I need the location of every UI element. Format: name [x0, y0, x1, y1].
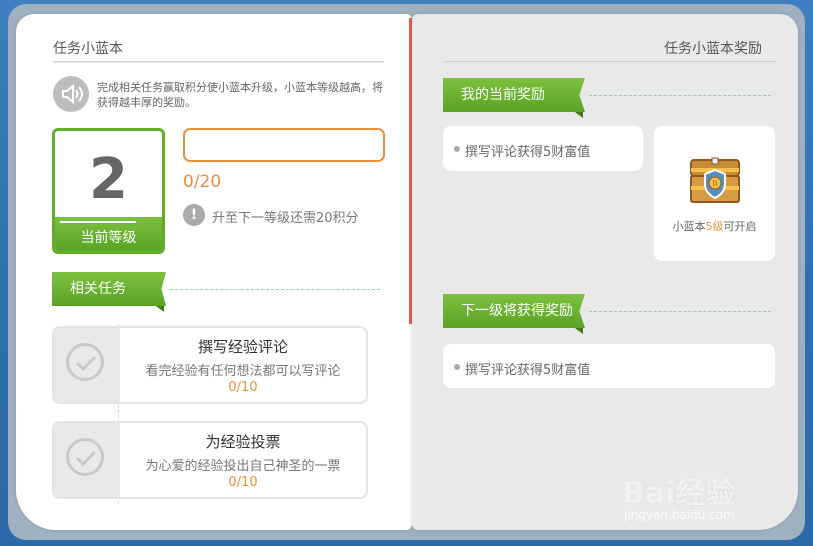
progress-count: 0/20 — [183, 172, 222, 192]
ribbon-label: 下一级将获得奖励 — [443, 294, 585, 328]
level-bar-line — [60, 221, 136, 223]
task-title: 撰写经验评论 — [197, 338, 288, 356]
task-description: 看完经验有任何想法都可以写评论 — [145, 364, 341, 379]
related-tasks-ribbon: 相关任务 — [52, 272, 382, 312]
task-card[interactable]: 撰写经验评论 看完经验有任何想法都可以写评论 0/10 — [52, 326, 368, 404]
current-reward-card: 撰写评论获得5财富值 — [443, 126, 643, 171]
task-card[interactable]: 为经验投票 为心爱的经验投出自己神圣的一票 0/10 — [52, 421, 368, 499]
ribbon-dash — [170, 289, 380, 290]
task-side — [54, 423, 120, 497]
check-circle-icon — [66, 343, 104, 381]
bullet-icon — [454, 364, 460, 370]
right-page-title: 任务小蓝本奖励 — [664, 41, 762, 57]
ribbon-label: 相关任务 — [52, 272, 166, 306]
speaker-icon — [53, 76, 89, 112]
task-progress: 0/10 — [228, 380, 258, 395]
baidu-watermark-url: jingyan.baidu.com — [624, 508, 735, 522]
level-number: 2 — [89, 147, 128, 212]
chest-label-level: 5级 — [705, 220, 724, 233]
ribbon-dash — [589, 311, 771, 312]
intro-text: 完成相关任务赢取积分使小蓝本升级，小蓝本等级越高，将获得越丰厚的奖励。 — [97, 81, 383, 109]
baidu-watermark-logo: Bai经验 — [622, 476, 736, 511]
ribbon-fold — [575, 328, 583, 334]
chest-label-prefix: 小蓝本 — [672, 220, 706, 233]
current-reward-ribbon: 我的当前奖励 — [443, 78, 773, 118]
task-progress: 0/10 — [228, 475, 258, 490]
next-reward-text: 撰写评论获得5财富值 — [465, 363, 591, 378]
treasure-chest-card[interactable]: II 小蓝本5级可开启 — [654, 126, 775, 261]
ribbon-fold — [575, 112, 583, 118]
next-reward-ribbon: 下一级将获得奖励 — [443, 294, 773, 334]
next-level-hint: 升至下一等级还需20积分 — [212, 211, 359, 226]
current-reward-text: 撰写评论获得5财富值 — [465, 145, 591, 160]
ribbon-fold — [156, 306, 164, 312]
chest-label-suffix: 可开启 — [723, 220, 757, 233]
level-label: 当前等级 — [80, 230, 137, 246]
points-progress-bar — [183, 128, 385, 162]
left-page-title: 任务小蓝本 — [53, 41, 123, 57]
task-description: 为心爱的经验投出自己神圣的一票 — [145, 459, 341, 474]
level-bar: 当前等级 — [55, 217, 162, 251]
left-title-rule — [53, 61, 384, 63]
ribbon-dash — [589, 95, 771, 96]
svg-text:II: II — [713, 179, 718, 188]
info-icon: ! — [183, 204, 205, 226]
current-level-card: 2 当前等级 — [52, 128, 165, 254]
task-title: 为经验投票 — [205, 433, 281, 451]
chest-label: 小蓝本5级可开启 — [654, 218, 775, 234]
next-reward-card: 撰写评论获得5财富值 — [443, 344, 775, 388]
bullet-icon — [454, 146, 460, 152]
task-side — [54, 328, 120, 402]
treasure-chest-icon: II — [688, 156, 742, 210]
right-title-rule — [443, 61, 776, 63]
check-circle-icon — [66, 438, 104, 476]
ribbon-label: 我的当前奖励 — [443, 78, 585, 112]
